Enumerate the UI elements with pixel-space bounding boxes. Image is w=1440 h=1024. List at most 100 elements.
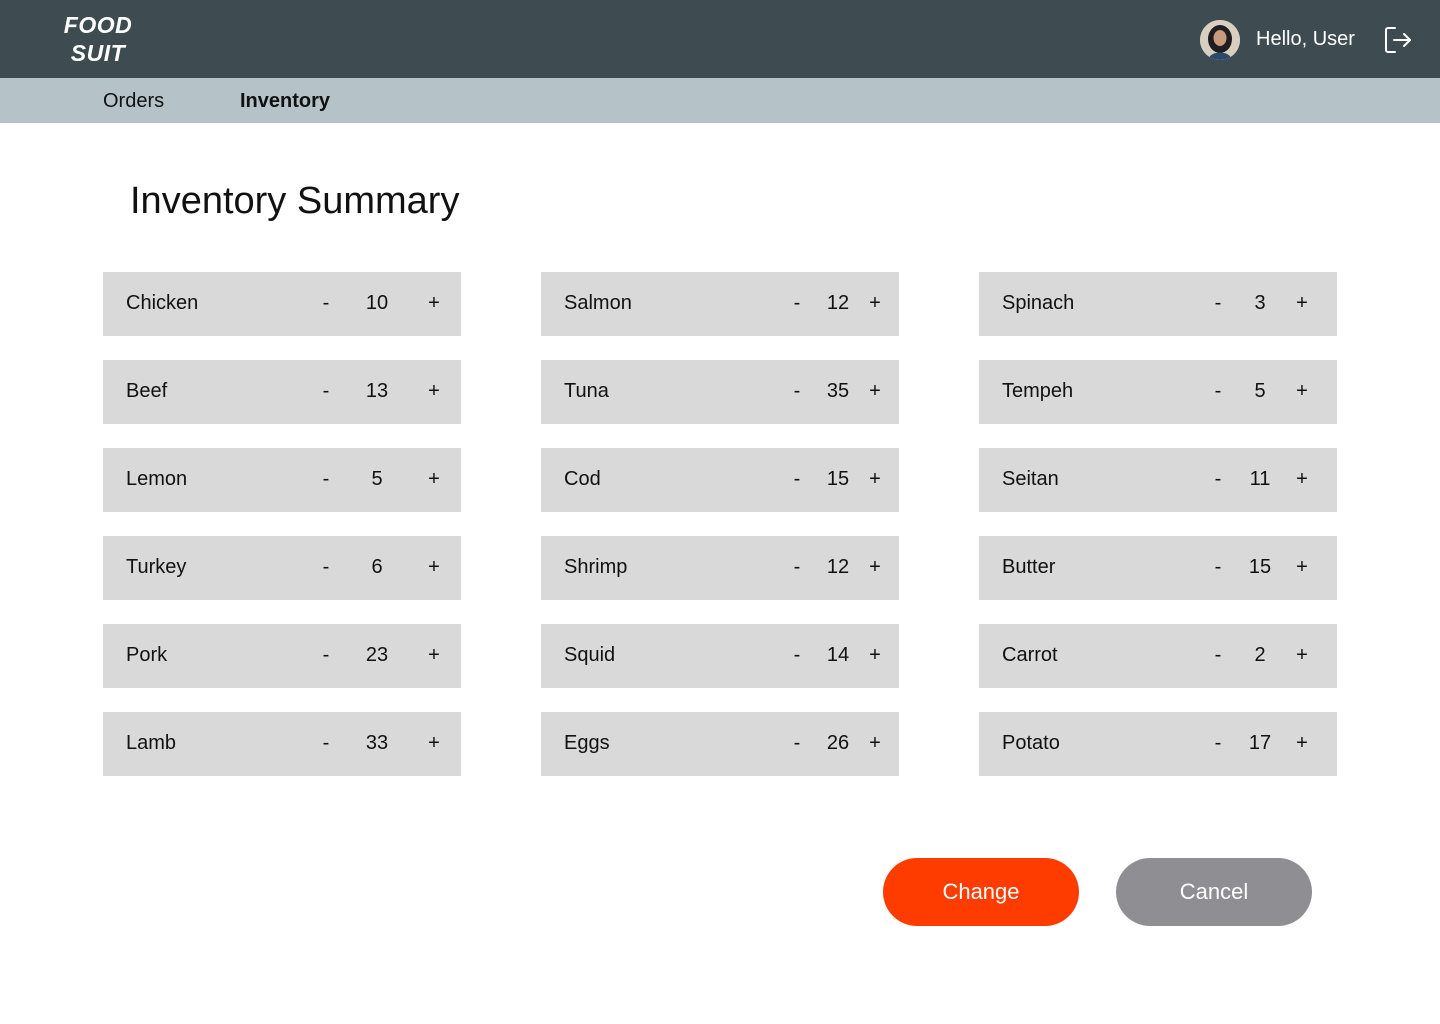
inventory-item: Beef - 13 + [103,360,461,424]
decrement-button[interactable]: - [786,467,808,491]
item-quantity: 12 [826,556,850,578]
page-title: Inventory Summary [130,180,460,222]
decrement-button[interactable]: - [315,467,337,491]
item-name: Shrimp [564,556,628,578]
increment-button[interactable]: + [1291,555,1313,579]
inventory-item: Chicken - 10 + [103,272,461,336]
decrement-button[interactable]: - [1207,467,1229,491]
item-quantity: 15 [1248,556,1272,578]
item-quantity: 23 [365,644,389,666]
inventory-item: Cod -15 + [541,448,899,512]
increment-button[interactable]: + [423,291,445,315]
increment-button[interactable]: + [423,379,445,403]
item-name: Potato [1002,732,1060,754]
increment-button[interactable]: + [1291,467,1313,491]
decrement-button[interactable]: - [1207,555,1229,579]
decrement-button[interactable]: - [315,555,337,579]
item-name: Spinach [1002,292,1075,314]
inventory-item: Seitan -11 + [979,448,1337,512]
item-quantity: 15 [826,468,850,490]
inventory-item: Shrimp -12 + [541,536,899,600]
decrement-button[interactable]: - [786,643,808,667]
decrement-button[interactable]: - [786,731,808,755]
inventory-item: Squid -14 + [541,624,899,688]
decrement-button[interactable]: - [315,731,337,755]
item-name: Cod [564,468,601,490]
inventory-item: Carrot - 2 + [979,624,1337,688]
item-quantity: 33 [365,732,389,754]
logo-line-1: FOOD [63,12,133,38]
cancel-button[interactable]: Cancel [1116,858,1312,926]
logout-icon [1385,27,1411,53]
increment-button[interactable]: + [864,467,886,491]
inventory-item: Eggs -26 + [541,712,899,776]
item-quantity: 17 [1248,732,1272,754]
item-quantity: 5 [371,468,383,490]
decrement-button[interactable]: - [315,643,337,667]
logout-button[interactable] [1382,24,1414,56]
tab-inventory[interactable]: Inventory [240,89,330,113]
increment-button[interactable]: + [864,291,886,315]
item-name: Carrot [1002,644,1058,666]
item-name: Butter [1002,556,1056,578]
inventory-item: Potato -17 + [979,712,1337,776]
item-quantity: 26 [826,732,850,754]
avatar-icon [1200,20,1240,60]
item-quantity: 2 [1254,644,1266,666]
increment-button[interactable]: + [864,379,886,403]
inventory-item: Lamb - 33 + [103,712,461,776]
item-name: Turkey [126,556,187,578]
item-quantity: 6 [371,556,383,578]
increment-button[interactable]: + [1291,379,1313,403]
item-quantity: 3 [1254,292,1266,314]
top-header: FOOD SUIT Hello, User [0,0,1440,78]
item-name: Pork [126,644,168,666]
decrement-button[interactable]: - [1207,379,1229,403]
item-name: Chicken [126,292,199,314]
inventory-item: Tempeh - 5 + [979,360,1337,424]
item-quantity: 10 [365,292,389,314]
tab-orders[interactable]: Orders [103,89,164,113]
increment-button[interactable]: + [423,555,445,579]
increment-button[interactable]: + [864,555,886,579]
inventory-item: Tuna -35 + [541,360,899,424]
item-name: Seitan [1002,468,1059,490]
app-logo[interactable]: FOOD SUIT [60,11,136,67]
inventory-item: Spinach - 3 + [979,272,1337,336]
decrement-button[interactable]: - [315,379,337,403]
decrement-button[interactable]: - [1207,731,1229,755]
increment-button[interactable]: + [1291,291,1313,315]
increment-button[interactable]: + [864,731,886,755]
item-name: Beef [126,380,168,402]
item-name: Tuna [564,380,609,402]
user-avatar[interactable] [1200,20,1240,60]
item-name: Tempeh [1002,380,1074,402]
inventory-item: Lemon - 5 + [103,448,461,512]
increment-button[interactable]: + [1291,643,1313,667]
item-quantity: 5 [1254,380,1266,402]
item-name: Lemon [126,468,188,490]
decrement-button[interactable]: - [1207,291,1229,315]
inventory-item: Turkey - 6 + [103,536,461,600]
decrement-button[interactable]: - [315,291,337,315]
item-name: Lamb [126,732,177,754]
item-quantity: 14 [826,644,850,666]
decrement-button[interactable]: - [786,379,808,403]
inventory-item: Butter -15 + [979,536,1337,600]
nav-bar: Orders Inventory [0,78,1440,123]
logo-line-2: SUIT [70,40,126,66]
increment-button[interactable]: + [423,643,445,667]
decrement-button[interactable]: - [1207,643,1229,667]
item-quantity: 11 [1249,468,1271,490]
decrement-button[interactable]: - [786,291,808,315]
change-button[interactable]: Change [883,858,1079,926]
decrement-button[interactable]: - [786,555,808,579]
item-quantity: 12 [826,292,850,314]
item-name: Squid [564,644,616,666]
increment-button[interactable]: + [423,467,445,491]
item-name: Salmon [564,292,632,314]
increment-button[interactable]: + [423,731,445,755]
increment-button[interactable]: + [864,643,886,667]
item-quantity: 35 [826,380,850,402]
increment-button[interactable]: + [1291,731,1313,755]
